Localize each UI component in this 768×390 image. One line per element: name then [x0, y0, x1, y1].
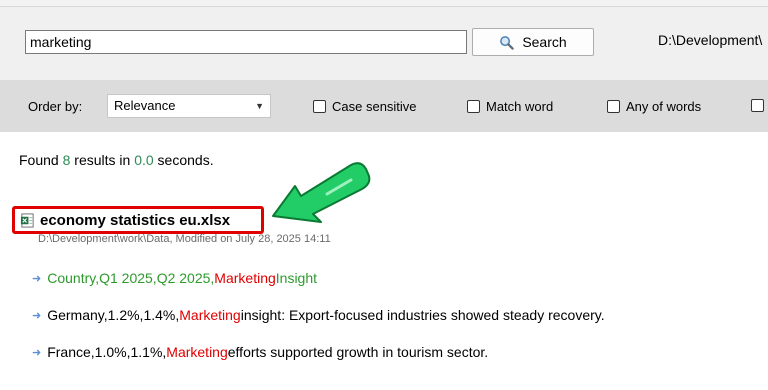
results-summary: Found 8 results in 0.0 seconds.	[19, 152, 214, 168]
any-of-words-checkbox[interactable]	[607, 100, 620, 113]
order-by-value: Relevance	[114, 98, 176, 113]
match-word-option[interactable]: Match word	[467, 99, 553, 114]
search-button[interactable]: Search	[472, 28, 594, 56]
path-field[interactable]: D:\Development\	[658, 32, 762, 48]
arrow-right-icon: ➜	[32, 272, 42, 285]
any-of-words-option[interactable]: Any of words	[607, 99, 701, 114]
result-match-line[interactable]: ➜ Germany,1.2%,1.4%, Marketing insight: E…	[32, 307, 605, 323]
arrow-right-icon: ➜	[32, 309, 42, 322]
arrow-right-icon: ➜	[32, 346, 42, 359]
order-by-label: Order by:	[28, 99, 83, 114]
dropdown-arrow-icon: ▼	[255, 101, 264, 111]
any-of-words-label: Any of words	[626, 99, 702, 114]
order-by-select[interactable]: Relevance ▼	[107, 94, 271, 118]
case-sensitive-checkbox[interactable]	[313, 100, 326, 113]
case-sensitive-option[interactable]: Case sensitive	[313, 99, 417, 114]
extra-option-checkbox[interactable]	[751, 99, 764, 112]
result-file-name: economy statistics eu.xlsx	[40, 211, 231, 229]
result-file-title[interactable]: economy statistics eu.xlsx	[12, 206, 264, 234]
match-word-checkbox[interactable]	[467, 100, 480, 113]
excel-file-icon	[20, 212, 34, 228]
search-icon	[500, 35, 515, 50]
case-sensitive-label: Case sensitive	[332, 99, 417, 114]
result-file-meta: D:\Development\work\Data, Modified on Ju…	[38, 233, 331, 245]
match-word-label: Match word	[486, 99, 554, 114]
extra-option[interactable]	[751, 99, 764, 112]
search-input[interactable]: marketing	[25, 30, 467, 54]
search-time: 0.0	[134, 152, 154, 168]
search-button-label: Search	[522, 34, 567, 50]
result-match-line[interactable]: ➜ Country,Q1 2025,Q2 2025, Marketing Insi…	[32, 270, 317, 286]
annotation-arrow-icon	[272, 162, 371, 223]
result-match-line[interactable]: ➜ France,1.0%,1.1%, Marketing efforts sup…	[32, 344, 488, 360]
top-strip	[0, 0, 768, 7]
